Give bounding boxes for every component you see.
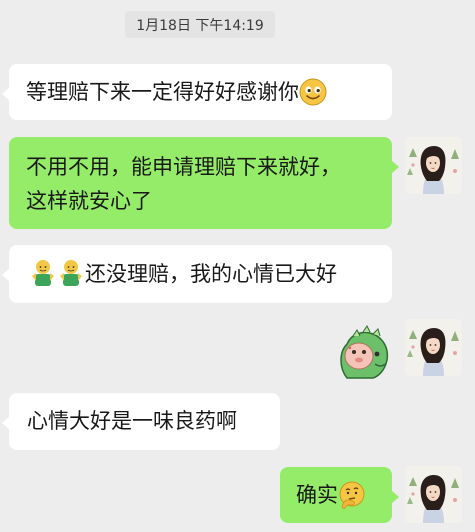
message-text: 心情大好是一味良药啊 xyxy=(27,409,237,433)
avatar[interactable] xyxy=(405,137,462,194)
message-text: 还没理赔，我的心情已大好 xyxy=(85,262,337,286)
message-bubble-incoming[interactable]: 心情大好是一味良药啊 xyxy=(2,393,280,450)
message-text-line: 这样就安心了 xyxy=(26,189,152,213)
thinking-emoji xyxy=(338,481,366,519)
message-text: 等理赔下来一定得好好感谢你 xyxy=(26,80,299,104)
message-bubble-outgoing[interactable]: 不用不用，能申请理赔下来就好， 这样就安心了 xyxy=(9,137,399,229)
thumbs-up-emoji xyxy=(57,258,85,298)
message-text: 确实 xyxy=(296,483,338,507)
portrait-icon xyxy=(405,466,462,523)
dinosaur-sticker[interactable] xyxy=(333,318,395,380)
timestamp: 1月18日 下午14:19 xyxy=(125,11,275,38)
portrait-icon xyxy=(405,137,462,194)
avatar[interactable] xyxy=(405,466,462,523)
message-bubble-outgoing[interactable]: 确实 xyxy=(280,467,399,523)
avatar[interactable] xyxy=(405,319,462,376)
message-bubble-incoming[interactable]: 还没理赔，我的心情已大好 xyxy=(2,245,392,303)
smile-emoji xyxy=(299,78,327,116)
portrait-icon xyxy=(405,319,462,376)
thumbs-up-emoji xyxy=(29,258,57,298)
message-text-line: 不用不用，能申请理赔下来就好， xyxy=(26,155,341,179)
message-bubble-incoming[interactable]: 等理赔下来一定得好好感谢你 xyxy=(2,64,392,120)
